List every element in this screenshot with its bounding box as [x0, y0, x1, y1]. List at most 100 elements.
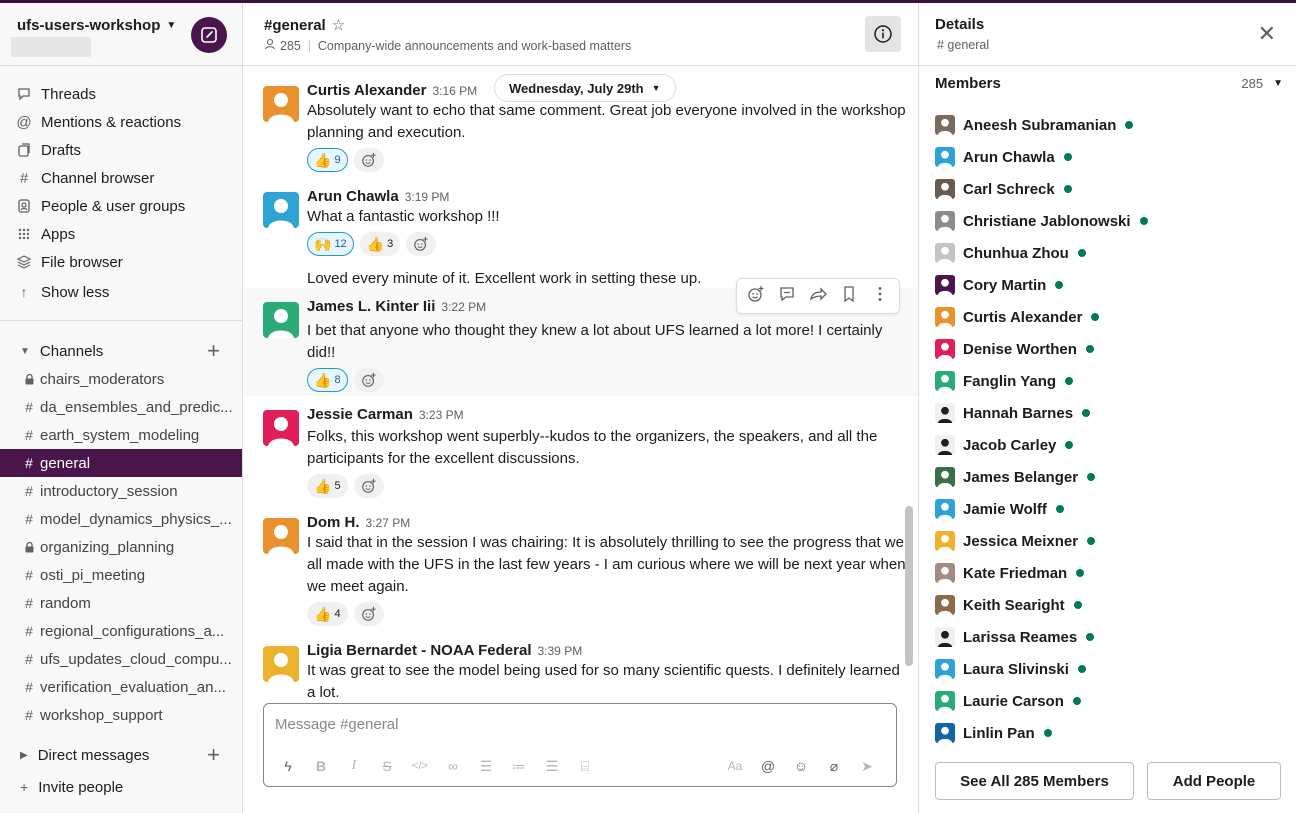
member-item[interactable]: Kate Friedman	[935, 561, 1085, 585]
add-reaction-icon[interactable]	[747, 285, 765, 308]
channels-section-header[interactable]: ▼ Channels +	[0, 337, 242, 365]
author-name[interactable]: Curtis Alexander	[307, 82, 426, 99]
message-timestamp[interactable]: 3:16 PM	[432, 84, 477, 98]
date-divider-button[interactable]: Wednesday, July 29th ▼	[494, 74, 676, 102]
workspace-switcher[interactable]: ufs-users-workshop ▼	[17, 17, 176, 34]
message-timestamp[interactable]: 3:27 PM	[366, 516, 411, 530]
member-item[interactable]: Denise Worthen	[935, 337, 1094, 361]
member-item[interactable]: Christiane Jablonowski	[935, 209, 1148, 233]
channel-item[interactable]: chairs_moderators	[0, 365, 242, 393]
member-count[interactable]: 285	[280, 39, 301, 53]
member-item[interactable]: Keith Searight	[935, 593, 1082, 617]
author-name[interactable]: Arun Chawla	[307, 188, 399, 205]
reaction-button[interactable]: 👍 3	[359, 232, 401, 256]
channel-details-button[interactable]	[865, 16, 901, 52]
code-block-icon[interactable]: ⌸	[571, 752, 599, 780]
add-reaction-button[interactable]	[353, 368, 384, 392]
message-author[interactable]: James L. Kinter Iii 3:22 PM	[307, 298, 486, 315]
reply-thread-icon[interactable]	[778, 285, 796, 308]
close-icon[interactable]: ✕	[1258, 23, 1276, 45]
send-icon[interactable]: ➤	[853, 752, 881, 780]
channel-item[interactable]: # verification_evaluation_an...	[0, 673, 242, 701]
star-icon[interactable]: ☆	[332, 17, 345, 34]
channel-item[interactable]: # workshop_support	[0, 701, 242, 729]
message[interactable]: Dom H. 3:27 PM I said that in the session …	[243, 504, 918, 634]
ordered-list-icon[interactable]: ☰	[472, 752, 500, 780]
bookmark-icon[interactable]	[840, 285, 858, 308]
message-author[interactable]: Jessie Carman 3:23 PM	[307, 406, 464, 423]
add-dm-icon[interactable]: +	[207, 742, 220, 768]
member-item[interactable]: James Belanger	[935, 465, 1096, 489]
channel-item[interactable]: # random	[0, 589, 242, 617]
scrollbar[interactable]	[905, 506, 913, 666]
message-timestamp[interactable]: 3:22 PM	[441, 300, 486, 314]
nav-drafts[interactable]: Drafts	[0, 136, 242, 164]
add-reaction-button[interactable]	[406, 232, 437, 256]
nav-people[interactable]: People & user groups	[0, 192, 242, 220]
nav-threads[interactable]: Threads	[0, 80, 242, 108]
author-name[interactable]: James L. Kinter Iii	[307, 298, 435, 315]
code-icon[interactable]: </>	[406, 752, 434, 780]
channel-item[interactable]: # introductory_session	[0, 477, 242, 505]
message-author[interactable]: Curtis Alexander 3:16 PM	[307, 82, 477, 99]
reaction-button[interactable]: 👍 4	[307, 602, 348, 626]
add-channel-icon[interactable]: +	[207, 338, 220, 364]
nav-mentions[interactable]: @ Mentions & reactions	[0, 108, 242, 136]
nav-channel-browser[interactable]: # Channel browser	[0, 164, 242, 192]
blockquote-icon[interactable]: ☰	[538, 752, 566, 780]
nav-show-less[interactable]: ↑ Show less	[0, 278, 242, 306]
avatar[interactable]	[263, 86, 299, 122]
message-author[interactable]: Ligia Bernardet - NOAA Federal 3:39 PM	[307, 642, 582, 659]
channel-item[interactable]: # general	[0, 449, 242, 477]
member-item[interactable]: Carl Schreck	[935, 177, 1072, 201]
avatar[interactable]	[263, 646, 299, 682]
message-timestamp[interactable]: 3:23 PM	[419, 408, 464, 422]
more-actions-icon[interactable]	[871, 285, 889, 308]
invite-people[interactable]: + Invite people	[0, 773, 242, 801]
message-timestamp[interactable]: 3:19 PM	[405, 190, 450, 204]
author-name[interactable]: Dom H.	[307, 514, 360, 531]
channel-topic[interactable]: Company-wide announcements and work-base…	[318, 39, 631, 53]
channel-item[interactable]: # model_dynamics_physics_...	[0, 505, 242, 533]
nav-file-browser[interactable]: File browser	[0, 248, 242, 276]
member-item[interactable]: Linlin Pan	[935, 721, 1052, 745]
add-reaction-button[interactable]	[353, 602, 384, 626]
dm-section-header[interactable]: ▶ Direct messages +	[0, 741, 242, 769]
channel-item[interactable]: # earth_system_modeling	[0, 421, 242, 449]
add-reaction-button[interactable]	[353, 148, 384, 172]
member-item[interactable]: Jamie Wolff	[935, 497, 1064, 521]
message-timestamp[interactable]: 3:39 PM	[538, 644, 583, 658]
mention-icon[interactable]: @	[754, 752, 782, 780]
message[interactable]: Jessie Carman 3:23 PM Folks, this workshop…	[243, 396, 918, 504]
member-item[interactable]: Jacob Carley	[935, 433, 1074, 457]
shortcuts-icon[interactable]: ϟ	[274, 752, 302, 780]
author-name[interactable]: Ligia Bernardet - NOAA Federal	[307, 642, 532, 659]
avatar[interactable]	[263, 192, 299, 228]
add-reaction-button[interactable]	[353, 474, 384, 498]
avatar[interactable]	[263, 410, 299, 446]
channel-title-button[interactable]: #general ☆	[264, 16, 345, 34]
channel-item[interactable]: # da_ensembles_and_predic...	[0, 393, 242, 421]
member-item[interactable]: Laura Slivinski	[935, 657, 1086, 681]
channel-item[interactable]: # osti_pi_meeting	[0, 561, 242, 589]
avatar[interactable]	[263, 302, 299, 338]
see-all-members-button[interactable]: See All 285 Members	[935, 762, 1134, 800]
member-item[interactable]: Hannah Barnes	[935, 401, 1091, 425]
member-item[interactable]: Arun Chawla	[935, 145, 1072, 169]
add-people-button[interactable]: Add People	[1147, 762, 1281, 800]
italic-icon[interactable]: I	[340, 752, 368, 780]
message-author[interactable]: Dom H. 3:27 PM	[307, 514, 410, 531]
channel-item[interactable]: # ufs_updates_cloud_compu...	[0, 645, 242, 673]
text-format-icon[interactable]: Aa	[721, 752, 749, 780]
member-item[interactable]: Chunhua Zhou	[935, 241, 1086, 265]
message-author[interactable]: Arun Chawla 3:19 PM	[307, 188, 449, 205]
author-name[interactable]: Jessie Carman	[307, 406, 413, 423]
channel-item[interactable]: # regional_configurations_a...	[0, 617, 242, 645]
reaction-button[interactable]: 👍 5	[307, 474, 348, 498]
member-item[interactable]: Jessica Meixner	[935, 529, 1096, 553]
reaction-button[interactable]: 👍 8	[307, 368, 348, 392]
message[interactable]: Ligia Bernardet - NOAA Federal 3:39 PM It …	[243, 632, 918, 702]
member-item[interactable]: Fanglin Yang	[935, 369, 1074, 393]
bold-icon[interactable]: B	[307, 752, 335, 780]
nav-apps[interactable]: Apps	[0, 220, 242, 248]
